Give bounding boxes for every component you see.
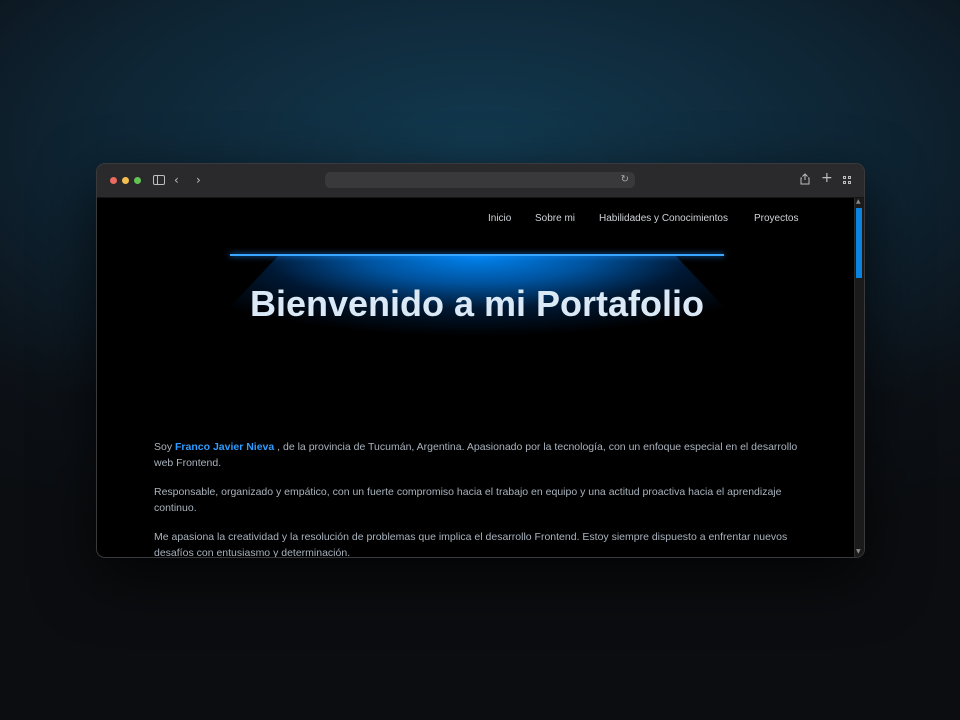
scroll-down-arrow-icon[interactable]: ▼ (856, 549, 863, 555)
nav-link-sobre-mi[interactable]: Sobre mi (535, 212, 575, 226)
browser-window: ‹ › ↻ + Inicio Sobre mi Habilidades y Co… (96, 163, 865, 558)
scrollbar-thumb[interactable] (856, 208, 862, 278)
sidebar-icon[interactable] (153, 175, 165, 185)
hero-title: Bienvenido a mi Portafolio (249, 283, 705, 324)
chevron-right-icon[interactable]: › (196, 173, 201, 187)
address-bar[interactable]: ↻ (325, 172, 635, 188)
reload-icon[interactable]: ↻ (621, 173, 629, 187)
browser-toolbar: ‹ › ↻ + (97, 164, 864, 198)
page-viewport: Inicio Sobre mi Habilidades y Conocimien… (97, 198, 864, 557)
nav-link-inicio[interactable]: Inicio (488, 212, 511, 226)
tab-overview-icon[interactable] (843, 176, 851, 184)
close-window-button[interactable] (110, 177, 117, 184)
about-paragraph-2: Responsable, organizado y empático, con … (154, 486, 782, 514)
minimize-window-button[interactable] (122, 177, 129, 184)
author-name: Franco Javier Nieva (175, 441, 275, 453)
plus-icon[interactable]: + (821, 171, 833, 185)
nav-link-proyectos[interactable]: Proyectos (754, 212, 798, 226)
nav-link-habilidades[interactable]: Habilidades y Conocimientos (599, 212, 728, 226)
zoom-window-button[interactable] (134, 177, 141, 184)
chevron-left-icon[interactable]: ‹ (174, 173, 179, 187)
about-intro-text: Soy (154, 441, 176, 453)
about-paragraph-1: Soy Franco Javier Nieva , de la provinci… (154, 439, 804, 471)
page-scrollbar[interactable]: ▲ ▼ (854, 198, 864, 557)
scroll-up-arrow-icon[interactable]: ▲ (856, 199, 863, 205)
share-icon[interactable] (800, 173, 810, 188)
about-paragraph-3: Me apasiona la creatividad y la resoluci… (154, 531, 788, 557)
hero-accent-line (230, 254, 724, 256)
